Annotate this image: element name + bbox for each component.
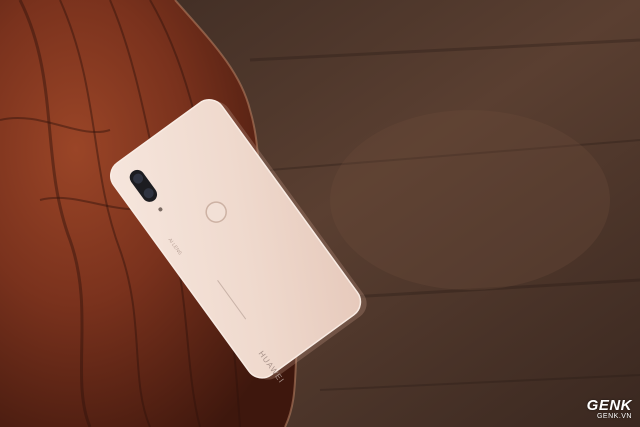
watermark-logo: GENK [586, 397, 632, 414]
watermark-url: GENK.VN [596, 413, 632, 420]
photo-image: AI LENS HUAWEI [0, 0, 640, 427]
watermark: GENK GENK.VN [587, 398, 632, 421]
photo-scene: AI LENS HUAWEI GENK GENK.VN [0, 0, 640, 427]
